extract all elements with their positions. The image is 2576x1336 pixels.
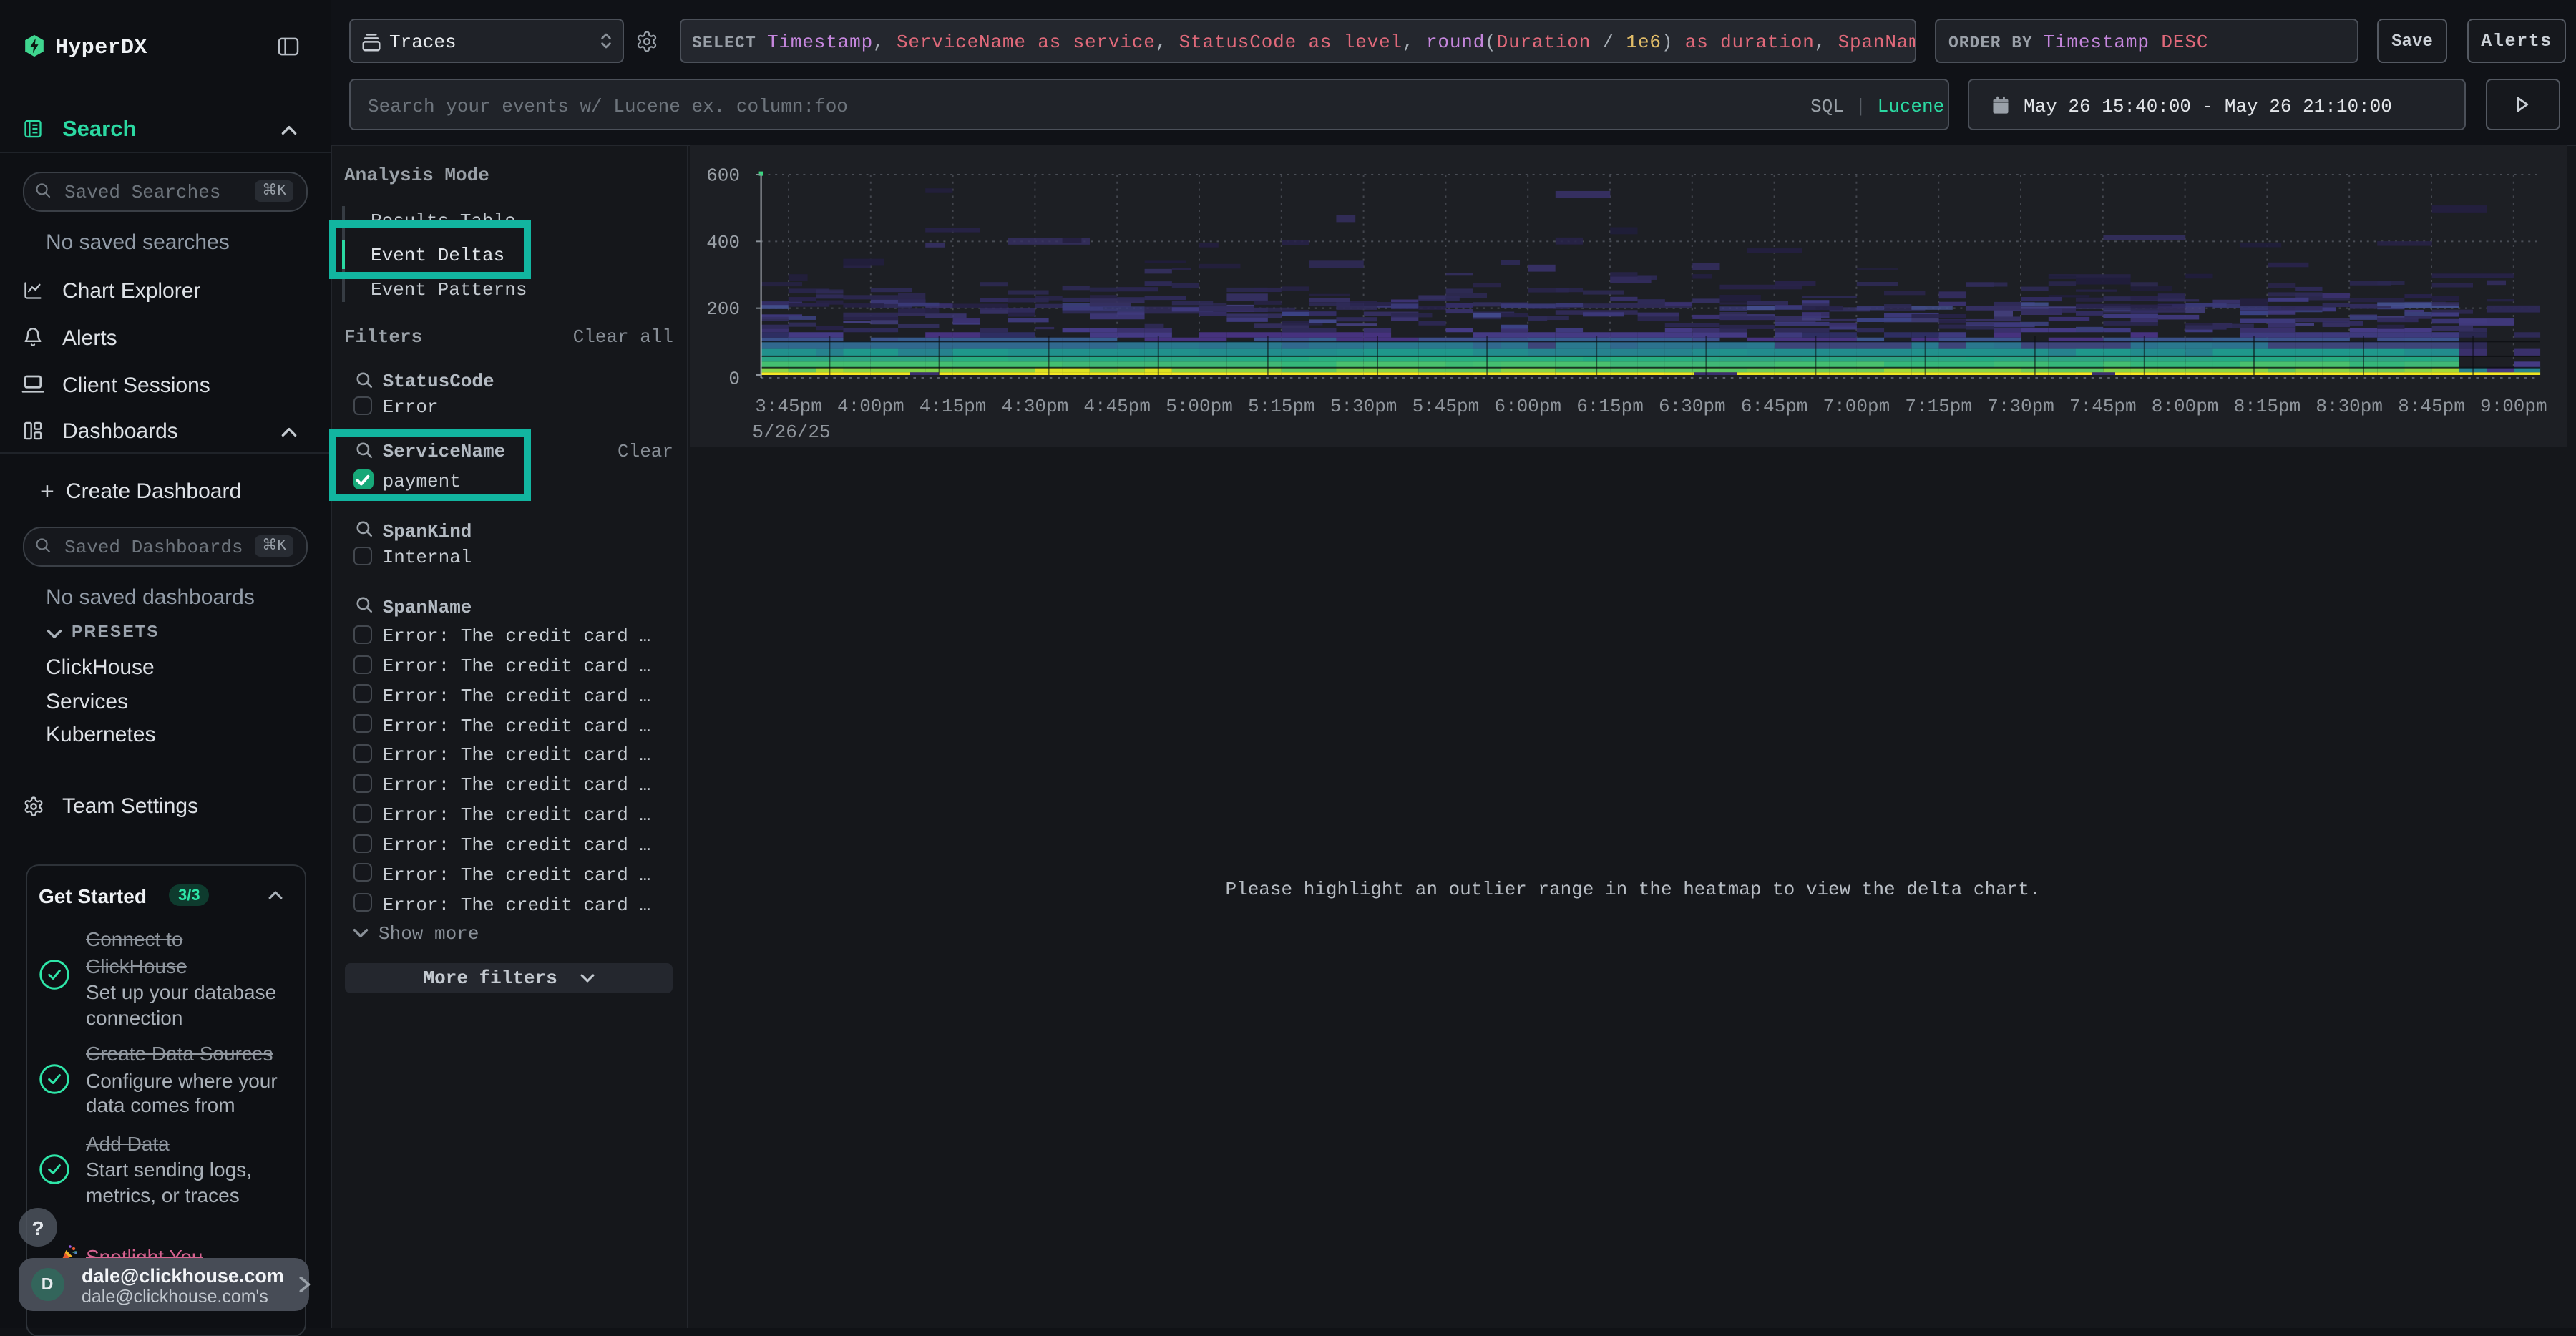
svg-text:6:15pm: 6:15pm <box>1576 396 1644 417</box>
svg-text:4:45pm: 4:45pm <box>1083 396 1151 417</box>
svg-text:6:00pm: 6:00pm <box>1494 396 1561 417</box>
svg-text:0: 0 <box>728 368 740 389</box>
svg-text:5/26/25: 5/26/25 <box>752 421 830 443</box>
svg-text:8:15pm: 8:15pm <box>2234 396 2301 417</box>
svg-text:7:15pm: 7:15pm <box>1905 396 1972 417</box>
svg-text:8:00pm: 8:00pm <box>2152 396 2219 417</box>
svg-text:7:45pm: 7:45pm <box>2069 396 2137 417</box>
svg-text:4:30pm: 4:30pm <box>1002 396 1069 417</box>
svg-text:6:45pm: 6:45pm <box>1741 396 1808 417</box>
svg-text:5:15pm: 5:15pm <box>1248 396 1315 417</box>
svg-text:9:00pm: 9:00pm <box>2480 396 2547 417</box>
svg-text:7:00pm: 7:00pm <box>1823 396 1890 417</box>
svg-text:400: 400 <box>706 232 740 253</box>
svg-text:200: 200 <box>706 298 740 320</box>
svg-text:5:00pm: 5:00pm <box>1166 396 1233 417</box>
svg-text:4:00pm: 4:00pm <box>837 396 904 417</box>
svg-text:5:45pm: 5:45pm <box>1413 396 1480 417</box>
svg-text:8:30pm: 8:30pm <box>2316 396 2383 417</box>
svg-text:5:30pm: 5:30pm <box>1330 396 1397 417</box>
svg-text:4:15pm: 4:15pm <box>919 396 987 417</box>
svg-text:8:45pm: 8:45pm <box>2398 396 2465 417</box>
svg-text:3:45pm: 3:45pm <box>755 396 822 417</box>
svg-text:7:30pm: 7:30pm <box>1987 396 2054 417</box>
svg-text:6:30pm: 6:30pm <box>1659 396 1726 417</box>
svg-text:600: 600 <box>706 165 740 186</box>
